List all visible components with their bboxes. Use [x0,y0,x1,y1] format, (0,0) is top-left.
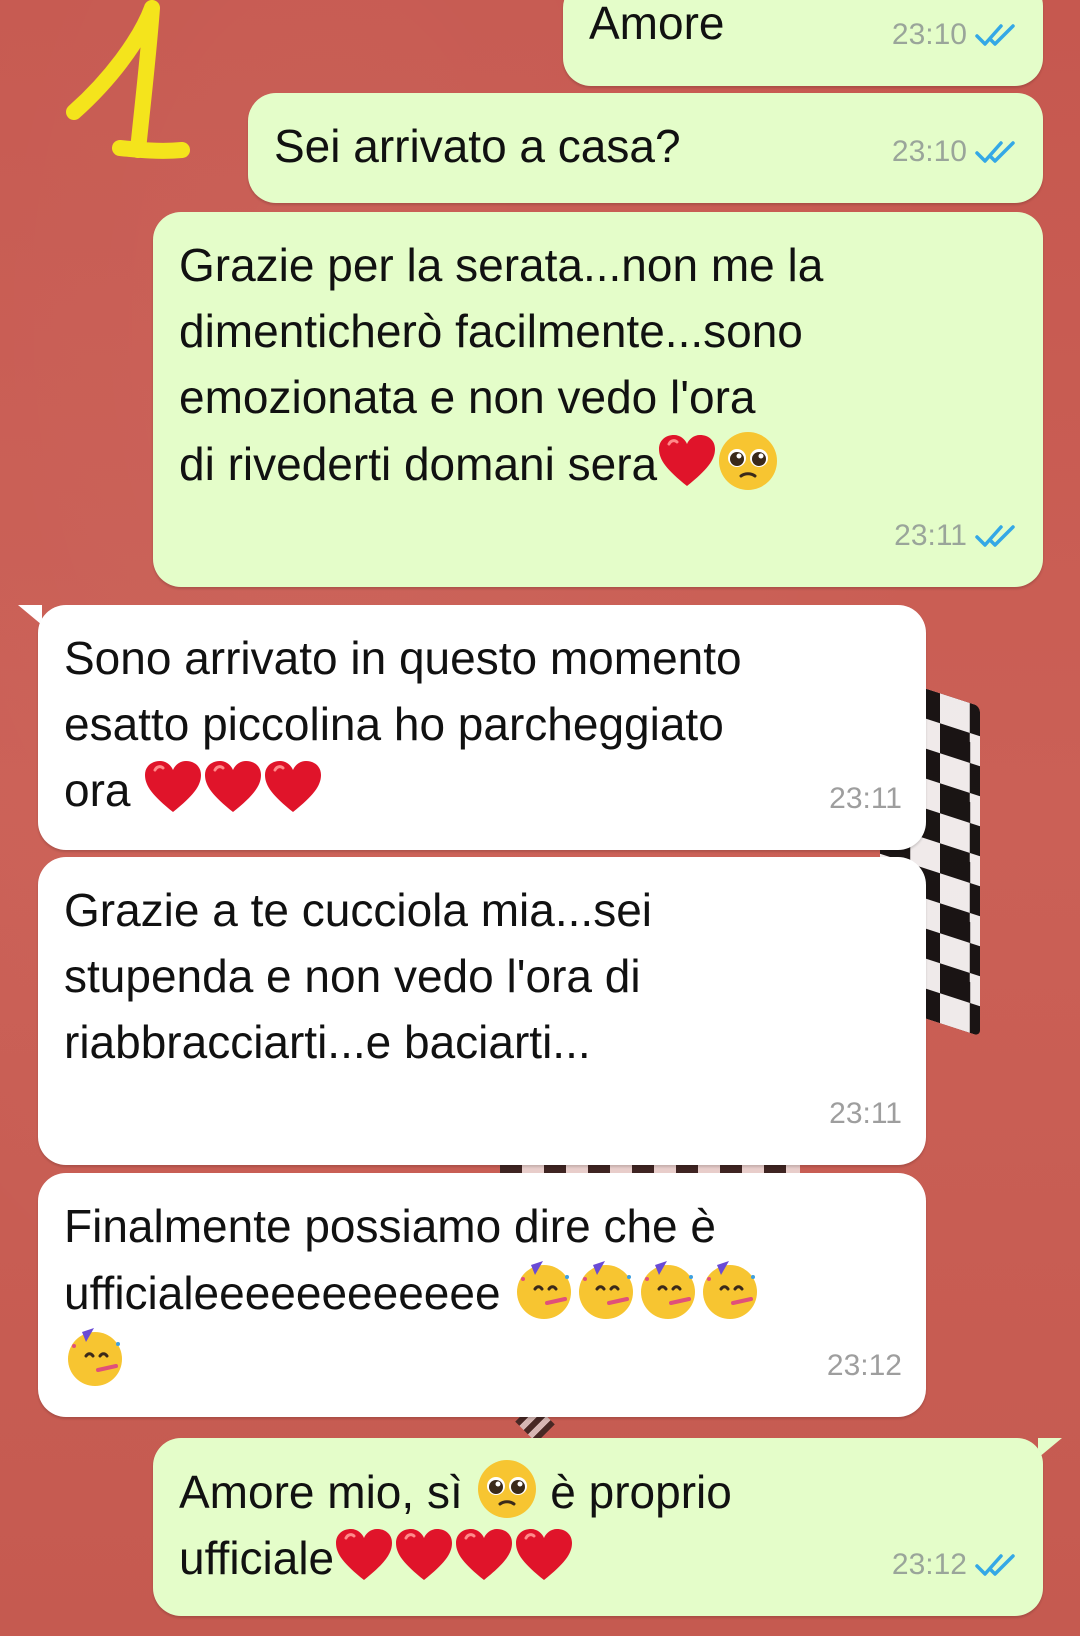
message-line: riabbracciarti...e baciarti... [64,1016,591,1068]
partying-face-emoji [68,1328,122,1386]
partying-face-emoji [641,1261,696,1319]
red-heart-emoji [336,1529,393,1580]
red-heart-emoji [265,761,322,812]
pleading-face-emoji [477,1460,536,1518]
message-line-text: Amore mio, sì [179,1466,476,1518]
outgoing-message[interactable]: Grazie per la serata...non me la dimenti… [153,212,1043,587]
message-line-text: è proprio [537,1466,732,1518]
partying-face-emoji [579,1261,634,1319]
message-time: 23:11 [829,782,902,815]
double-check-icon [975,1554,1015,1576]
message-line: Grazie per la serata...non me la [179,239,824,291]
message-line: ufficialeeeeeeeeeeee [64,1259,900,1326]
bubble-tail [18,605,42,625]
red-heart-emoji [456,1529,513,1580]
double-check-icon [975,141,1015,163]
partying-face-emoji [703,1261,758,1319]
pleading-face-emoji [719,432,778,490]
message-line: Grazie a te cucciola mia...sei [64,884,653,936]
partying-face-emoji [517,1261,572,1319]
message-line-text: ufficiale [179,1532,335,1584]
message-meta: 23:12 [892,1532,1019,1598]
message-line: ora [64,757,900,823]
message-line: stupenda e non vedo l'ora di [64,950,641,1002]
message-meta: 23:11 [829,766,902,832]
red-heart-emoji [659,435,716,486]
message-meta: 23:11 [829,1081,902,1147]
annotation-number-one [66,0,190,159]
message-meta: 23:10 [892,2,1019,68]
message-meta: 23:11 [894,503,1019,569]
red-heart-emoji [145,761,202,812]
message-line [64,1326,900,1393]
outgoing-message[interactable]: Amore mio, sì è proprio ufficiale 23:12 [153,1438,1043,1616]
message-line: Amore mio, sì è proprio [179,1458,1017,1525]
message-time: 23:10 [891,18,967,51]
message-line-text: ufficialeeeeeeeeeeee [64,1267,514,1319]
message-time: 23:10 [891,135,967,168]
message-time: 23:12 [891,1548,967,1581]
outgoing-message[interactable]: Amore 23:10 [563,0,1043,86]
message-line: Sono arrivato in questo momento [64,632,742,684]
message-line: esatto piccolina ho parcheggiato [64,698,724,750]
message-line-text: di rivederti domani sera [179,438,658,490]
message-time: 23:12 [826,1349,902,1382]
message-meta: 23:10 [892,119,1019,185]
message-meta: 23:12 [827,1333,902,1399]
incoming-message[interactable]: Finalmente possiamo dire che è ufficiale… [38,1173,926,1417]
message-line-text: ora [64,764,144,816]
message-time: 23:11 [829,1097,902,1130]
message-line: Finalmente possiamo dire che è [64,1200,716,1252]
incoming-message[interactable]: Sono arrivato in questo momento esatto p… [38,605,926,850]
red-heart-emoji [205,761,262,812]
message-time: 23:11 [894,519,967,552]
red-heart-emoji [396,1529,453,1580]
message-line: dimenticherò facilmente...sono [179,305,803,357]
red-heart-emoji [516,1529,573,1580]
outgoing-message[interactable]: Sei arrivato a casa? 23:10 [248,93,1043,203]
double-check-icon [975,525,1015,547]
message-line: di rivederti domani sera [179,430,1017,497]
incoming-message[interactable]: Grazie a te cucciola mia...sei stupenda … [38,857,926,1165]
double-check-icon [975,24,1015,46]
message-line: emozionata e non vedo l'ora [179,371,756,423]
